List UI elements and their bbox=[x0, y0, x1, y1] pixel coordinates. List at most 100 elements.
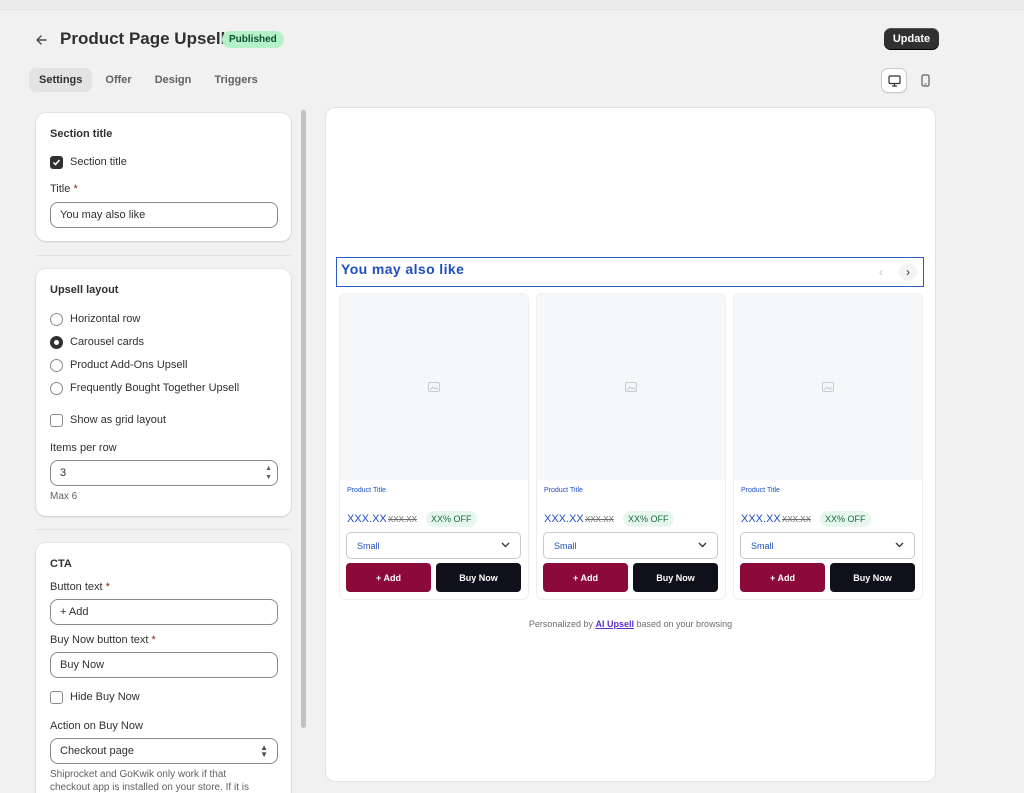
discount-badge: XX% OFF bbox=[426, 511, 477, 527]
divider bbox=[36, 255, 291, 256]
radio-label: Horizontal row bbox=[70, 313, 141, 325]
image-placeholder-icon bbox=[428, 382, 440, 392]
radio-carousel-cards[interactable] bbox=[50, 336, 63, 349]
field-label: Button text * bbox=[50, 581, 110, 593]
stepper-arrows[interactable]: ▲ ▼ bbox=[265, 464, 272, 482]
variant-value: Small bbox=[357, 541, 380, 551]
cta-card: CTA Button text * + Add Buy Now button t… bbox=[36, 543, 291, 793]
card-heading: Upsell layout bbox=[50, 284, 119, 296]
variant-select[interactable]: Small bbox=[346, 532, 521, 559]
product-card: Product Title XXX.XX XXX.XX XX% OFF Smal… bbox=[340, 294, 528, 599]
card-heading: Section title bbox=[50, 128, 113, 140]
field-label: Buy Now button text * bbox=[50, 634, 156, 646]
action-select[interactable]: Checkout page ▲ ▼ bbox=[50, 738, 278, 764]
variant-select[interactable]: Small bbox=[543, 532, 718, 559]
radio-horizontal-row[interactable] bbox=[50, 313, 63, 326]
product-title[interactable]: Product Title bbox=[347, 487, 386, 494]
product-title[interactable]: Product Title bbox=[741, 487, 780, 494]
title-input[interactable]: You may also like bbox=[50, 202, 278, 228]
section-title-checkbox[interactable] bbox=[50, 156, 63, 169]
tab-design[interactable]: Design bbox=[145, 68, 202, 92]
chevron-down-icon bbox=[895, 540, 904, 550]
checkbox-label: Hide Buy Now bbox=[70, 691, 140, 703]
status-badge: Published bbox=[222, 31, 284, 48]
buy-now-button[interactable]: Buy Now bbox=[436, 563, 521, 592]
tab-offer[interactable]: Offer bbox=[95, 68, 141, 92]
select-chevron-icon: ▲ ▼ bbox=[260, 743, 268, 759]
variant-select[interactable]: Small bbox=[740, 532, 915, 559]
radio-frequently-bought-together[interactable] bbox=[50, 382, 63, 395]
product-price: XXX.XX bbox=[741, 513, 781, 525]
mobile-view-button[interactable] bbox=[912, 68, 938, 93]
checkmark-icon bbox=[52, 159, 61, 166]
arrow-left-icon[interactable] bbox=[33, 32, 49, 48]
preview-section-title: You may also like bbox=[341, 261, 465, 277]
chevron-down-icon bbox=[501, 540, 510, 550]
help-text: Shiprocket and GoKwik only work if that … bbox=[50, 769, 249, 793]
mobile-icon bbox=[920, 74, 930, 87]
variant-value: Small bbox=[554, 541, 577, 551]
section-title-card: Section title Section title Title * You … bbox=[36, 113, 291, 241]
discount-badge: XX% OFF bbox=[820, 511, 871, 527]
footer-prefix: Personalized by bbox=[528, 619, 593, 629]
items-per-row-input[interactable]: 3 ▲ ▼ bbox=[50, 460, 278, 486]
add-to-cart-button[interactable]: + Add bbox=[346, 563, 431, 592]
tab-settings[interactable]: Settings bbox=[29, 68, 93, 92]
divider bbox=[36, 529, 291, 530]
variant-value: Small bbox=[751, 541, 774, 551]
product-image bbox=[537, 294, 725, 480]
help-text: Max 6 bbox=[50, 491, 78, 502]
page-title: Product Page Upsell bbox=[60, 29, 226, 48]
compare-price: XXX.XX bbox=[585, 515, 614, 524]
desktop-view-button[interactable] bbox=[881, 68, 907, 93]
product-image bbox=[734, 294, 922, 480]
buy-now-button[interactable]: Buy Now bbox=[830, 563, 915, 592]
chevron-left-icon[interactable]: ‹ bbox=[872, 263, 890, 281]
update-button[interactable]: Update bbox=[884, 28, 939, 50]
hide-buy-now-checkbox[interactable] bbox=[50, 691, 63, 704]
discount-badge: XX% OFF bbox=[623, 511, 674, 527]
top-bar bbox=[0, 0, 1024, 10]
ai-upsell-link[interactable]: AI Upsell bbox=[595, 619, 634, 629]
desktop-icon bbox=[887, 74, 901, 87]
radio-label: Frequently Bought Together Upsell bbox=[70, 382, 240, 394]
add-to-cart-button[interactable]: + Add bbox=[543, 563, 628, 592]
product-image bbox=[340, 294, 528, 480]
radio-label: Carousel cards bbox=[70, 336, 144, 348]
chevron-right-icon[interactable]: › bbox=[899, 263, 917, 281]
button-text-input[interactable]: + Add bbox=[50, 599, 278, 625]
add-to-cart-button[interactable]: + Add bbox=[740, 563, 825, 592]
radio-product-add-ons[interactable] bbox=[50, 359, 63, 372]
items-per-row-value: 3 bbox=[60, 467, 67, 479]
tab-triggers[interactable]: Triggers bbox=[204, 68, 267, 92]
chevron-down-icon[interactable]: ▼ bbox=[265, 473, 272, 482]
buy-now-button[interactable]: Buy Now bbox=[633, 563, 718, 592]
personalization-footer: Personalized by AI Upsell based on your … bbox=[325, 619, 936, 629]
grid-layout-checkbox[interactable] bbox=[50, 414, 63, 427]
field-label: Title * bbox=[50, 183, 78, 195]
card-heading: CTA bbox=[50, 558, 72, 570]
compare-price: XXX.XX bbox=[388, 515, 417, 524]
select-value: Checkout page bbox=[60, 745, 134, 757]
product-card: Product Title XXX.XX XXX.XX XX% OFF Smal… bbox=[537, 294, 725, 599]
product-card: Product Title XXX.XX XXX.XX XX% OFF Smal… bbox=[734, 294, 922, 599]
compare-price: XXX.XX bbox=[782, 515, 811, 524]
preview-section-header: You may also like ‹ › bbox=[336, 257, 924, 287]
image-placeholder-icon bbox=[822, 382, 834, 392]
tab-bar: Settings Offer Design Triggers bbox=[29, 68, 268, 92]
buy-now-text-input[interactable]: Buy Now bbox=[50, 652, 278, 678]
product-price: XXX.XX bbox=[544, 513, 584, 525]
chevron-down-icon bbox=[698, 540, 707, 550]
field-label: Action on Buy Now bbox=[50, 720, 143, 732]
radio-label: Product Add-Ons Upsell bbox=[70, 359, 188, 371]
upsell-layout-card: Upsell layout Horizontal row Carousel ca… bbox=[36, 269, 291, 516]
product-title[interactable]: Product Title bbox=[544, 487, 583, 494]
image-placeholder-icon bbox=[625, 382, 637, 392]
checkbox-label: Show as grid layout bbox=[70, 414, 166, 426]
footer-suffix: based on your browsing bbox=[636, 619, 733, 629]
field-label: Items per row bbox=[50, 442, 117, 454]
scrollbar-thumb[interactable] bbox=[301, 110, 306, 728]
checkbox-label: Section title bbox=[70, 156, 127, 168]
chevron-up-icon[interactable]: ▲ bbox=[265, 464, 272, 473]
product-price: XXX.XX bbox=[347, 513, 387, 525]
